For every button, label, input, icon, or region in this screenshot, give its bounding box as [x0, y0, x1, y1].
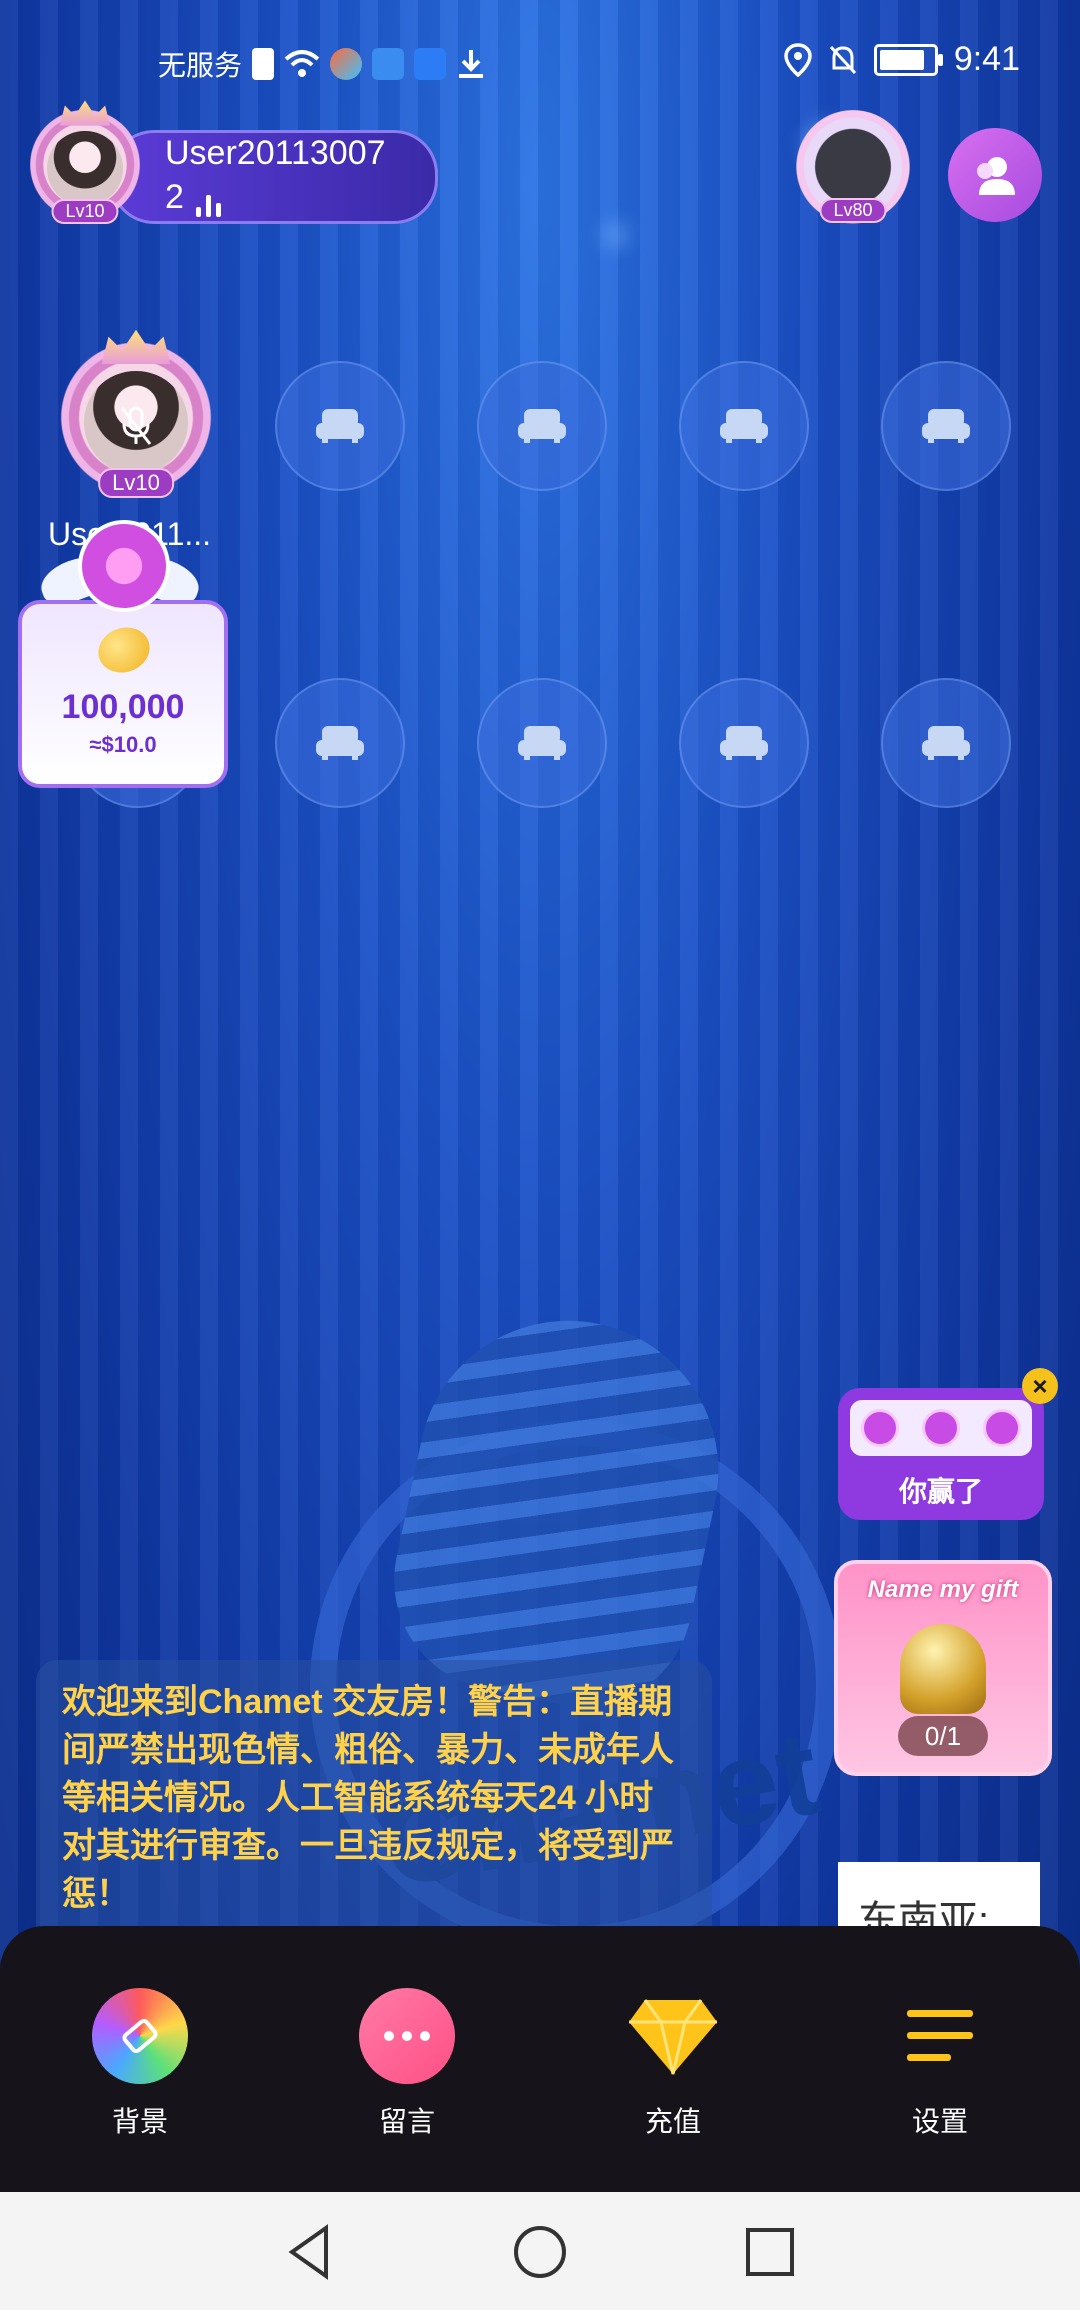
- mute-bell-icon: [829, 45, 856, 74]
- empty-seat-9[interactable]: [679, 678, 809, 808]
- recharge-label: 充值: [644, 2106, 701, 2137]
- status-left: 无服务: [158, 44, 486, 84]
- users-icon: [977, 157, 1015, 195]
- empty-seat-3[interactable]: [477, 361, 607, 491]
- background-label: 背景: [111, 2106, 168, 2137]
- menu-icon: [892, 1988, 988, 2084]
- avatar-slot-icon: [861, 1409, 900, 1447]
- palette-icon: [92, 1988, 188, 2084]
- diamond-icon: [625, 1988, 721, 2084]
- name-gift-title: Name my gift: [867, 1576, 1019, 1603]
- message-button[interactable]: 留言: [327, 1988, 487, 2140]
- crown-icon: [101, 329, 171, 365]
- sofa-icon: [316, 409, 364, 443]
- gift-amount: 100,000: [61, 688, 185, 726]
- status-bar: 无服务 9:41: [0, 0, 1080, 120]
- sofa-icon: [922, 409, 970, 443]
- stage-light: [600, 220, 630, 250]
- empty-seat-10[interactable]: [881, 678, 1011, 808]
- bean-coin-icon: [92, 620, 156, 680]
- host-avatar[interactable]: Lv10: [22, 100, 148, 234]
- win-slots: [850, 1400, 1032, 1456]
- user-list-button[interactable]: [948, 128, 1042, 222]
- chat-icon: [359, 1988, 455, 2084]
- gift-emblem-icon: [78, 520, 170, 612]
- huawei-app-icon: [414, 48, 447, 80]
- back-nav-icon[interactable]: [280, 2222, 340, 2282]
- close-icon[interactable]: ×: [1022, 1368, 1058, 1404]
- recharge-button[interactable]: 充值: [593, 1988, 753, 2140]
- bottom-toolbar: 背景 留言 充值 设置: [0, 1926, 1080, 2192]
- status-right: 9:41: [784, 40, 1020, 79]
- settings-button[interactable]: 设置: [860, 1988, 1020, 2140]
- mic-muted-icon: [120, 406, 152, 445]
- location-icon: [784, 42, 812, 77]
- top-rank-level-badge: Lv80: [819, 198, 887, 224]
- system-navigation-bar: [0, 2192, 1080, 2310]
- sofa-icon: [720, 409, 768, 443]
- home-nav-icon[interactable]: [510, 2222, 570, 2282]
- recents-nav-icon[interactable]: [740, 2222, 800, 2282]
- battery-level-fill: [879, 49, 924, 70]
- host-seat-avatar[interactable]: Lv10: [50, 329, 222, 512]
- empty-seat-4[interactable]: [679, 361, 809, 491]
- audio-bars-icon: [195, 189, 221, 217]
- welcome-notice: 欢迎来到Chamet 交友房！警告：直播期间严禁出现色情、粗俗、暴力、未成年人等…: [36, 1660, 712, 1950]
- win-widget[interactable]: 你赢了: [838, 1388, 1044, 1520]
- battery-icon: [873, 43, 943, 76]
- wifi-icon: [284, 50, 320, 77]
- sofa-icon: [518, 726, 566, 760]
- settings-label: 设置: [911, 2106, 968, 2137]
- gift-popup-card[interactable]: 100,000 ≈$10.0: [18, 600, 228, 788]
- empty-seat-8[interactable]: [477, 678, 607, 808]
- empty-seat-2[interactable]: [275, 361, 405, 491]
- host-level-badge: Lv10: [51, 198, 119, 224]
- top-rank-avatar[interactable]: Lv80: [790, 110, 916, 236]
- sofa-icon: [720, 726, 768, 760]
- background-button[interactable]: 背景: [60, 1988, 220, 2140]
- win-label: 你赢了: [898, 1476, 983, 1507]
- listener-count-value: 2: [165, 178, 184, 216]
- empty-seat-5[interactable]: [881, 361, 1011, 491]
- bell-gift-icon: [900, 1624, 986, 1714]
- host-seat-level-badge: Lv10: [98, 468, 174, 499]
- sim-alert-icon: [252, 48, 275, 80]
- sofa-icon: [922, 726, 970, 760]
- sofa-icon: [316, 726, 364, 760]
- host-name: User20113007: [165, 134, 386, 172]
- sofa-icon: [518, 409, 566, 443]
- clock: 9:41: [953, 40, 1020, 78]
- host-avatar-photo: [47, 130, 123, 207]
- avatar-slot-icon: [921, 1409, 960, 1447]
- carrier-text: 无服务: [158, 50, 243, 81]
- message-label: 留言: [378, 2106, 435, 2137]
- browser-app-icon: [330, 48, 363, 80]
- avatar-slot-icon: [982, 1409, 1021, 1447]
- gift-usd-value: ≈$10.0: [89, 732, 157, 757]
- name-gift-progress: 0/1: [898, 1716, 988, 1756]
- listener-count: 2: [165, 178, 221, 217]
- welcome-notice-text: 欢迎来到Chamet 交友房！警告：直播期间严禁出现色情、粗俗、暴力、未成年人等…: [62, 1683, 674, 1913]
- empty-seat-7[interactable]: [275, 678, 405, 808]
- name-my-gift-widget[interactable]: Name my gift 0/1: [834, 1560, 1052, 1776]
- download-icon: [459, 50, 484, 78]
- globe-app-icon: [372, 48, 405, 80]
